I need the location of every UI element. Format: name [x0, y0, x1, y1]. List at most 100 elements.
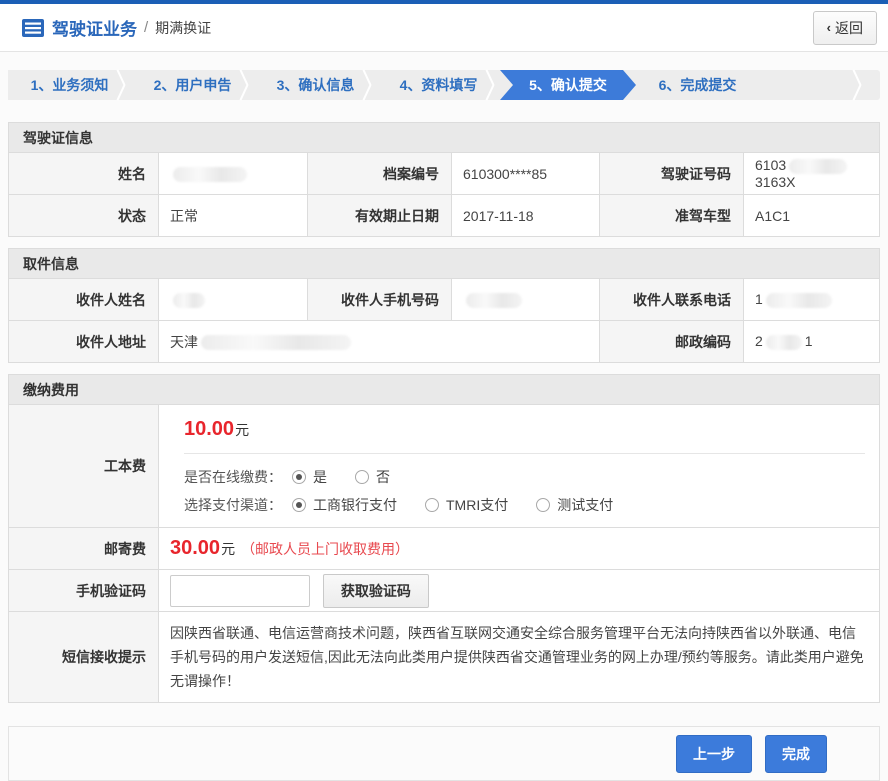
redacted-value — [201, 335, 351, 350]
radio-channel-test[interactable]: 测试支付 — [536, 495, 613, 515]
step-separator-icon — [483, 70, 495, 100]
table-row: 手机验证码 获取验证码 — [9, 570, 880, 612]
file-no-value: 610300****85 — [452, 153, 600, 195]
sms-code-label: 手机验证码 — [9, 570, 159, 612]
sms-code-input[interactable] — [170, 575, 310, 607]
radio-label: 测试支付 — [557, 495, 613, 515]
expiry-label: 有效期止日期 — [308, 195, 452, 237]
radio-label: 否 — [376, 467, 390, 487]
redacted-value — [173, 167, 247, 182]
footer-action-bar: 上一步 完成 — [8, 726, 880, 781]
step-6-complete-submit[interactable]: 6、完成提交 — [636, 70, 759, 100]
recipient-mobile-label: 收件人手机号码 — [308, 279, 452, 321]
postcode-label: 邮政编码 — [600, 321, 744, 363]
step-separator-icon — [237, 70, 249, 100]
step-bar-filler — [759, 70, 880, 100]
status-value: 正常 — [159, 195, 308, 237]
address-prefix: 天津 — [170, 334, 198, 350]
radio-online-yes[interactable]: 是 — [292, 467, 327, 487]
license-no-value: 61033163X — [744, 153, 880, 195]
recipient-phone-value: 1 — [744, 279, 880, 321]
name-label: 姓名 — [9, 153, 159, 195]
name-value — [159, 153, 308, 195]
license-info-table: 姓名 档案编号 610300****85 驾驶证号码 61033163X 状态 … — [8, 152, 880, 237]
radio-online-no[interactable]: 否 — [355, 467, 390, 487]
radio-channel-icbc[interactable]: 工商银行支付 — [292, 495, 397, 515]
production-fee-amount-line: 10.00元 — [184, 418, 865, 441]
radio-label: TMRI支付 — [446, 495, 508, 515]
radio-label: 是 — [313, 467, 327, 487]
table-row: 收件人地址 天津 邮政编码 21 — [9, 321, 880, 363]
production-fee-label: 工本费 — [9, 405, 159, 528]
online-pay-question: 是否在线缴费： — [184, 467, 282, 487]
recipient-name-value — [159, 279, 308, 321]
get-sms-code-button[interactable]: 获取验证码 — [323, 574, 429, 608]
payment-section-title: 缴纳费用 — [8, 374, 880, 404]
license-no-label: 驾驶证号码 — [600, 153, 744, 195]
radio-unselected-icon — [355, 470, 369, 484]
step-label: 4、资料填写 — [400, 75, 478, 95]
pickup-info-section: 取件信息 收件人姓名 收件人手机号码 收件人联系电话 1 收件人地址 天津 邮政… — [8, 248, 880, 363]
breadcrumb-current: 期满换证 — [155, 18, 211, 38]
page-header: 驾驶证业务 / 期满换证 ‹ 返回 — [0, 4, 888, 52]
chevron-left-icon: ‹ — [827, 21, 831, 34]
vehicle-class-label: 准驾车型 — [600, 195, 744, 237]
radio-selected-icon — [292, 498, 306, 512]
redacted-value — [173, 293, 205, 308]
previous-step-button[interactable]: 上一步 — [676, 735, 752, 773]
radio-label: 工商银行支付 — [313, 495, 397, 515]
license-section-title: 驾驶证信息 — [8, 122, 880, 152]
expiry-value: 2017-11-18 — [452, 195, 600, 237]
table-row: 邮寄费 30.00元 （邮政人员上门收取费用） — [9, 528, 880, 570]
recipient-mobile-value — [452, 279, 600, 321]
production-fee-unit: 元 — [235, 422, 249, 438]
postcode-prefix: 2 — [755, 333, 763, 349]
recipient-phone-prefix: 1 — [755, 291, 763, 307]
address-value: 天津 — [159, 321, 600, 363]
production-fee-amount: 10.00 — [184, 418, 234, 440]
step-separator-icon — [360, 70, 372, 100]
table-row: 短信接收提示 因陕西省联通、电信运营商技术问题，陕西省互联网交通安全综合服务管理… — [9, 612, 880, 703]
recipient-name-label: 收件人姓名 — [9, 279, 159, 321]
mail-fee-unit: 元 — [221, 541, 235, 557]
license-card-icon — [22, 19, 44, 37]
radio-selected-icon — [292, 470, 306, 484]
step-4-fill-data[interactable]: 4、资料填写 — [377, 70, 500, 100]
mail-fee-note: （邮政人员上门收取费用） — [241, 541, 409, 557]
page-title: 驾驶证业务 — [52, 15, 137, 40]
step-progress-bar: 1、业务须知 2、用户申告 3、确认信息 4、资料填写 5、确认提交 6、完成提… — [8, 70, 880, 100]
sms-code-cell: 获取验证码 — [159, 570, 880, 612]
payment-table: 工本费 10.00元 是否在线缴费： 是 否 选择支付渠道： 工商银行支付 — [8, 404, 880, 703]
radio-channel-tmri[interactable]: TMRI支付 — [425, 495, 508, 515]
mail-fee-amount: 30.00 — [170, 537, 220, 559]
radio-unselected-icon — [425, 498, 439, 512]
mail-fee-label: 邮寄费 — [9, 528, 159, 570]
redacted-value — [789, 159, 847, 174]
address-label: 收件人地址 — [9, 321, 159, 363]
step-label: 2、用户申告 — [154, 75, 232, 95]
step-separator-icon — [114, 70, 126, 100]
divider — [184, 453, 865, 454]
pay-channel-question: 选择支付渠道： — [184, 495, 282, 515]
step-separator-icon — [850, 70, 862, 100]
license-info-section: 驾驶证信息 姓名 档案编号 610300****85 驾驶证号码 6103316… — [8, 122, 880, 237]
license-no-prefix: 6103 — [755, 157, 786, 173]
production-fee-cell: 10.00元 是否在线缴费： 是 否 选择支付渠道： 工商银行支付 TMRI支付… — [159, 405, 880, 528]
step-label: 1、业务须知 — [31, 75, 109, 95]
table-row: 收件人姓名 收件人手机号码 收件人联系电话 1 — [9, 279, 880, 321]
step-5-confirm-submit-active[interactable]: 5、确认提交 — [500, 70, 636, 100]
finish-button[interactable]: 完成 — [765, 735, 827, 773]
sms-notice-text: 因陕西省联通、电信运营商技术问题，陕西省互联网交通安全综合服务管理平台无法向持陕… — [159, 612, 880, 703]
payment-section: 缴纳费用 工本费 10.00元 是否在线缴费： 是 否 选择支付渠道： — [8, 374, 880, 703]
back-button[interactable]: ‹ 返回 — [813, 11, 877, 45]
step-3-confirm-info[interactable]: 3、确认信息 — [254, 70, 377, 100]
redacted-value — [466, 293, 522, 308]
step-1-business-notice[interactable]: 1、业务须知 — [8, 70, 131, 100]
redacted-value — [766, 335, 802, 350]
pickup-info-table: 收件人姓名 收件人手机号码 收件人联系电话 1 收件人地址 天津 邮政编码 21 — [8, 278, 880, 363]
radio-unselected-icon — [536, 498, 550, 512]
pickup-section-title: 取件信息 — [8, 248, 880, 278]
step-2-user-declaration[interactable]: 2、用户申告 — [131, 70, 254, 100]
table-row: 工本费 10.00元 是否在线缴费： 是 否 选择支付渠道： 工商银行支付 — [9, 405, 880, 528]
postcode-value: 21 — [744, 321, 880, 363]
